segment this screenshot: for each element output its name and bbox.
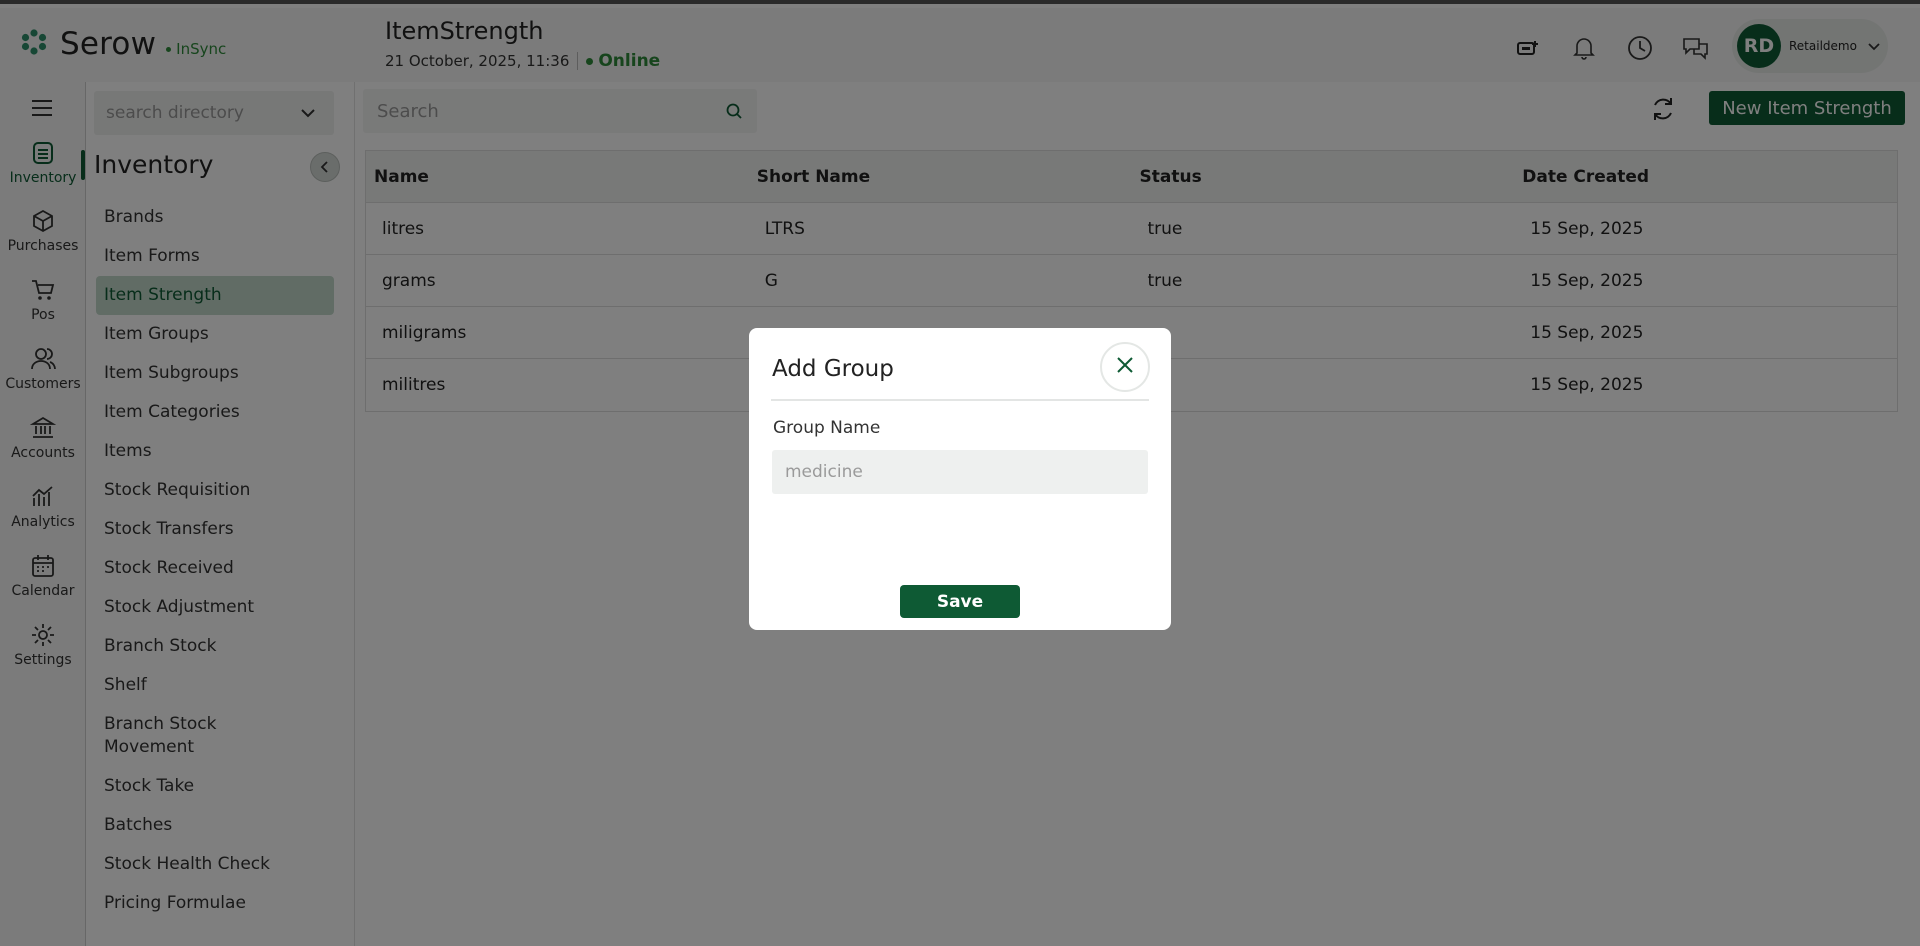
add-group-modal: Add Group Group Name Save [749, 328, 1171, 630]
group-name-label: Group Name [773, 418, 881, 438]
group-name-field[interactable] [772, 450, 1148, 494]
modal-title: Add Group [772, 356, 894, 382]
close-button[interactable] [1100, 342, 1150, 392]
close-icon [1116, 356, 1134, 378]
save-button[interactable]: Save [900, 585, 1020, 618]
app-root: Serow InSync ItemStrength 21 October, 20… [0, 0, 1920, 946]
divider [771, 399, 1149, 401]
